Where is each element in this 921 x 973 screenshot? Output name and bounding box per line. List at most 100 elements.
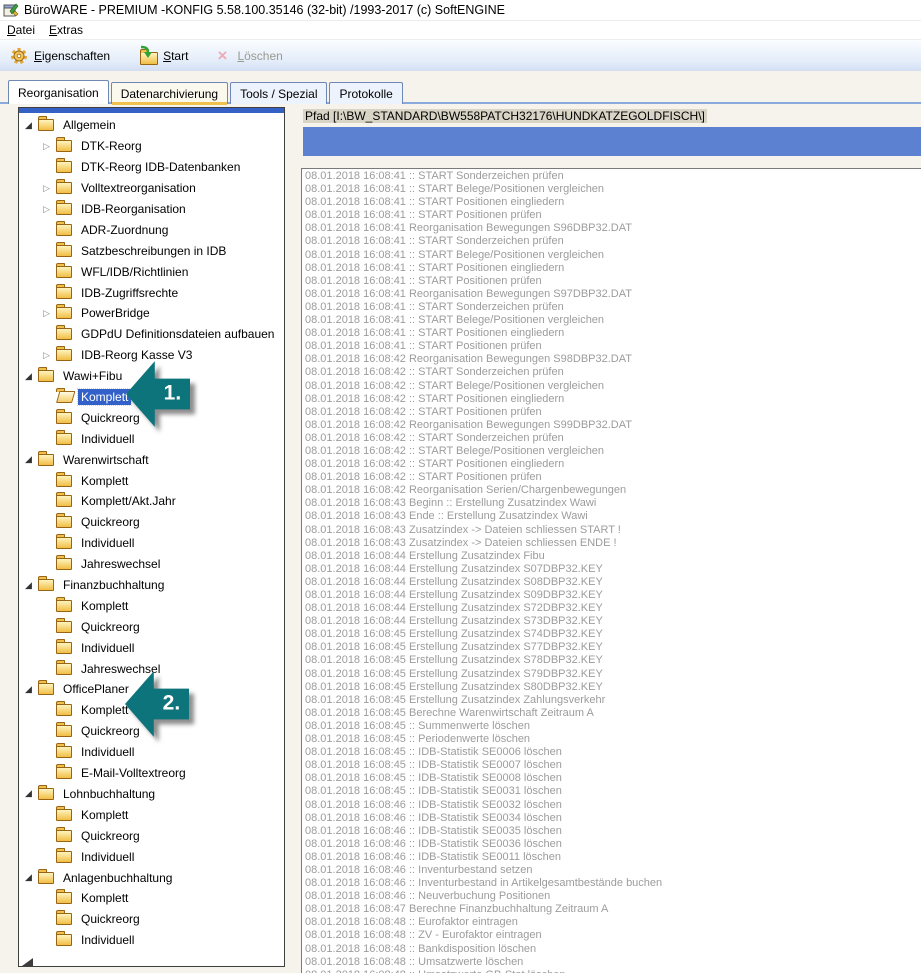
tree-item-label: Komplett (78, 598, 131, 614)
start-folder-icon (138, 47, 158, 65)
workspace: Reorganisation Datenarchivierung Tools /… (0, 71, 921, 973)
tree-item[interactable]: Komplett (19, 595, 284, 616)
tree-item[interactable]: Jahreswechsel (19, 554, 284, 575)
tab-tools-spezial[interactable]: Tools / Spezial (230, 82, 327, 104)
tab-protokolle[interactable]: Protokolle (329, 82, 402, 104)
log-line: 08.01.2018 16:08:41 :: START Belege/Posi… (305, 249, 921, 262)
tree-item[interactable]: GDPdU Definitionsdateien aufbauen (19, 324, 284, 345)
arrow-left-icon: 2. (125, 669, 189, 739)
log-line: 08.01.2018 16:08:41 :: START Belege/Posi… (305, 183, 921, 196)
toolbar: Eigenschaften Start × Löschen (0, 39, 921, 72)
folder-icon (56, 287, 72, 299)
tree-item[interactable]: Individuell (19, 637, 284, 658)
log-line: 08.01.2018 16:08:45 Erstellung Zusatzind… (305, 694, 921, 707)
log-line: 08.01.2018 16:08:41 :: START Positionen … (305, 340, 921, 353)
collapsed-triangle-icon[interactable]: ▷ (43, 309, 56, 318)
folder-icon (56, 642, 72, 654)
tree-item[interactable]: DTK-Reorg IDB-Datenbanken (19, 157, 284, 178)
log-line: 08.01.2018 16:08:42 :: START Belege/Posi… (305, 445, 921, 458)
tree-item-label: DTK-Reorg (78, 138, 145, 154)
tree-item[interactable]: Komplett (19, 804, 284, 825)
tree-item[interactable]: ▷ PowerBridge (19, 303, 284, 324)
collapsed-triangle-icon[interactable]: ▷ (43, 205, 56, 214)
log-line: 08.01.2018 16:08:45 Berechne Warenwirtsc… (305, 707, 921, 720)
log-line: 08.01.2018 16:08:46 :: Inventurbestand i… (305, 877, 921, 890)
menu-item-datei[interactable]: Datei (0, 22, 42, 38)
log-line: 08.01.2018 16:08:41 :: START Belege/Posi… (305, 314, 921, 327)
tree-item[interactable]: E-Mail-Volltextreorg (19, 763, 284, 784)
folder-icon (56, 391, 72, 403)
expanded-triangle-icon[interactable]: ◢ (25, 121, 38, 130)
tree-item[interactable]: ▷ IDB-Reorganisation (19, 199, 284, 220)
tree-item[interactable]: WFL/IDB/Richtlinien (19, 261, 284, 282)
tree-item[interactable]: Komplett (19, 888, 284, 909)
tree-item[interactable]: Quickreorg (19, 825, 284, 846)
tree-item-label: Individuell (78, 535, 137, 551)
eigenschaften-button[interactable]: Eigenschaften (2, 45, 117, 67)
tree-item[interactable]: ◢Allgemein (19, 115, 284, 136)
reorg-tree-panel[interactable]: ◢Allgemein ▷ DTK-Reorg DTK-Reorg IDB-Datenb… (18, 107, 285, 967)
tree-item[interactable]: ADR-Zuordnung (19, 219, 284, 240)
tree-item[interactable]: Individuell (19, 533, 284, 554)
tree-item-label: Komplett (78, 702, 131, 718)
log-panel[interactable]: 08.01.2018 16:08:41 :: START Sonderzeich… (301, 168, 921, 973)
expanded-triangle-icon[interactable]: ◢ (25, 455, 38, 464)
folder-icon (56, 245, 72, 257)
tab-reorganisation[interactable]: Reorganisation (8, 80, 109, 104)
start-button[interactable]: Start (131, 45, 195, 67)
tree-item[interactable]: ◢ Warenwirtschaft (19, 449, 284, 470)
expanded-triangle-icon[interactable]: ◢ (25, 873, 38, 882)
tree-item-label: DTK-Reorg IDB-Datenbanken (78, 159, 243, 175)
tree-item[interactable]: ▷ DTK-Reorg (19, 136, 284, 157)
tree-item[interactable]: Satzbeschreibungen in IDB (19, 240, 284, 261)
log-line: 08.01.2018 16:08:47 Berechne Finanzbuchh… (305, 903, 921, 916)
tree-item-label: Quickreorg (78, 619, 143, 635)
folder-icon (56, 475, 72, 487)
expanded-triangle-icon[interactable]: ◢ (25, 372, 38, 381)
tree-item[interactable]: Individuell (19, 742, 284, 763)
folder-icon (56, 328, 72, 340)
menu-item-extras[interactable]: Extras (42, 22, 90, 38)
log-line: 08.01.2018 16:08:41 :: START Positionen … (305, 275, 921, 288)
tree-item-label: Quickreorg (78, 911, 143, 927)
tree-item[interactable]: Quickreorg (19, 909, 284, 930)
expanded-triangle-icon[interactable]: ◢ (25, 789, 38, 798)
log-line: 08.01.2018 16:08:45 :: IDB-Statistik SE0… (305, 759, 921, 772)
tree-item[interactable]: Quickreorg (19, 512, 284, 533)
tree-item-label: Warenwirtschaft (60, 452, 152, 468)
collapsed-triangle-icon[interactable]: ▷ (43, 142, 56, 151)
folder-icon (56, 663, 72, 675)
tree: ◢Allgemein ▷ DTK-Reorg DTK-Reorg IDB-Datenb… (19, 115, 284, 951)
tree-item-label: Wawi+Fibu (60, 368, 125, 384)
tree-item[interactable]: ◢Anlagenbuchhaltung (19, 867, 284, 888)
log-line: 08.01.2018 16:08:42 :: START Belege/Posi… (305, 380, 921, 393)
tree-item[interactable]: Komplett/Akt.Jahr (19, 491, 284, 512)
log-line: 08.01.2018 16:08:41 :: START Positionen … (305, 196, 921, 209)
folder-icon (56, 224, 72, 236)
tree-item[interactable]: Individuell (19, 428, 284, 449)
log-line: 08.01.2018 16:08:44 Erstellung Zusatzind… (305, 602, 921, 615)
log-line: 08.01.2018 16:08:42 Reorganisation Beweg… (305, 353, 921, 366)
tree-item[interactable]: Komplett (19, 470, 284, 491)
tree-item-label: IDB-Reorganisation (78, 201, 189, 217)
collapsed-triangle-icon[interactable]: ▷ (43, 351, 56, 360)
collapsed-triangle-icon[interactable]: ▷ (43, 184, 56, 193)
tree-item-label: Satzbeschreibungen in IDB (78, 243, 229, 259)
tree-item[interactable]: ◢Finanzbuchhaltung (19, 575, 284, 596)
expanded-triangle-icon[interactable]: ◢ (25, 581, 38, 590)
tree-item[interactable]: ◢Lohnbuchhaltung (19, 784, 284, 805)
log-line: 08.01.2018 16:08:48 :: Umsatzwerte GB-St… (305, 969, 921, 973)
expanded-triangle-icon[interactable]: ◢ (25, 685, 38, 694)
tree-item[interactable]: Individuell (19, 930, 284, 951)
tree-item[interactable]: ▷Volltextreorganisation (19, 178, 284, 199)
tree-item[interactable]: Quickreorg (19, 616, 284, 637)
tree-item-label: Individuell (78, 849, 137, 865)
tree-item[interactable]: IDB-Zugriffsrechte (19, 282, 284, 303)
tree-item-label: Komplett (78, 473, 131, 489)
log-line: 08.01.2018 16:08:44 Erstellung Zusatzind… (305, 576, 921, 589)
loeschen-button[interactable]: × Löschen (205, 45, 289, 67)
log-line: 08.01.2018 16:08:46 :: IDB-Statistik SE0… (305, 825, 921, 838)
tree-item-label: PowerBridge (78, 305, 153, 321)
tree-item[interactable]: Individuell (19, 846, 284, 867)
tab-datenarchivierung[interactable]: Datenarchivierung (111, 82, 228, 104)
